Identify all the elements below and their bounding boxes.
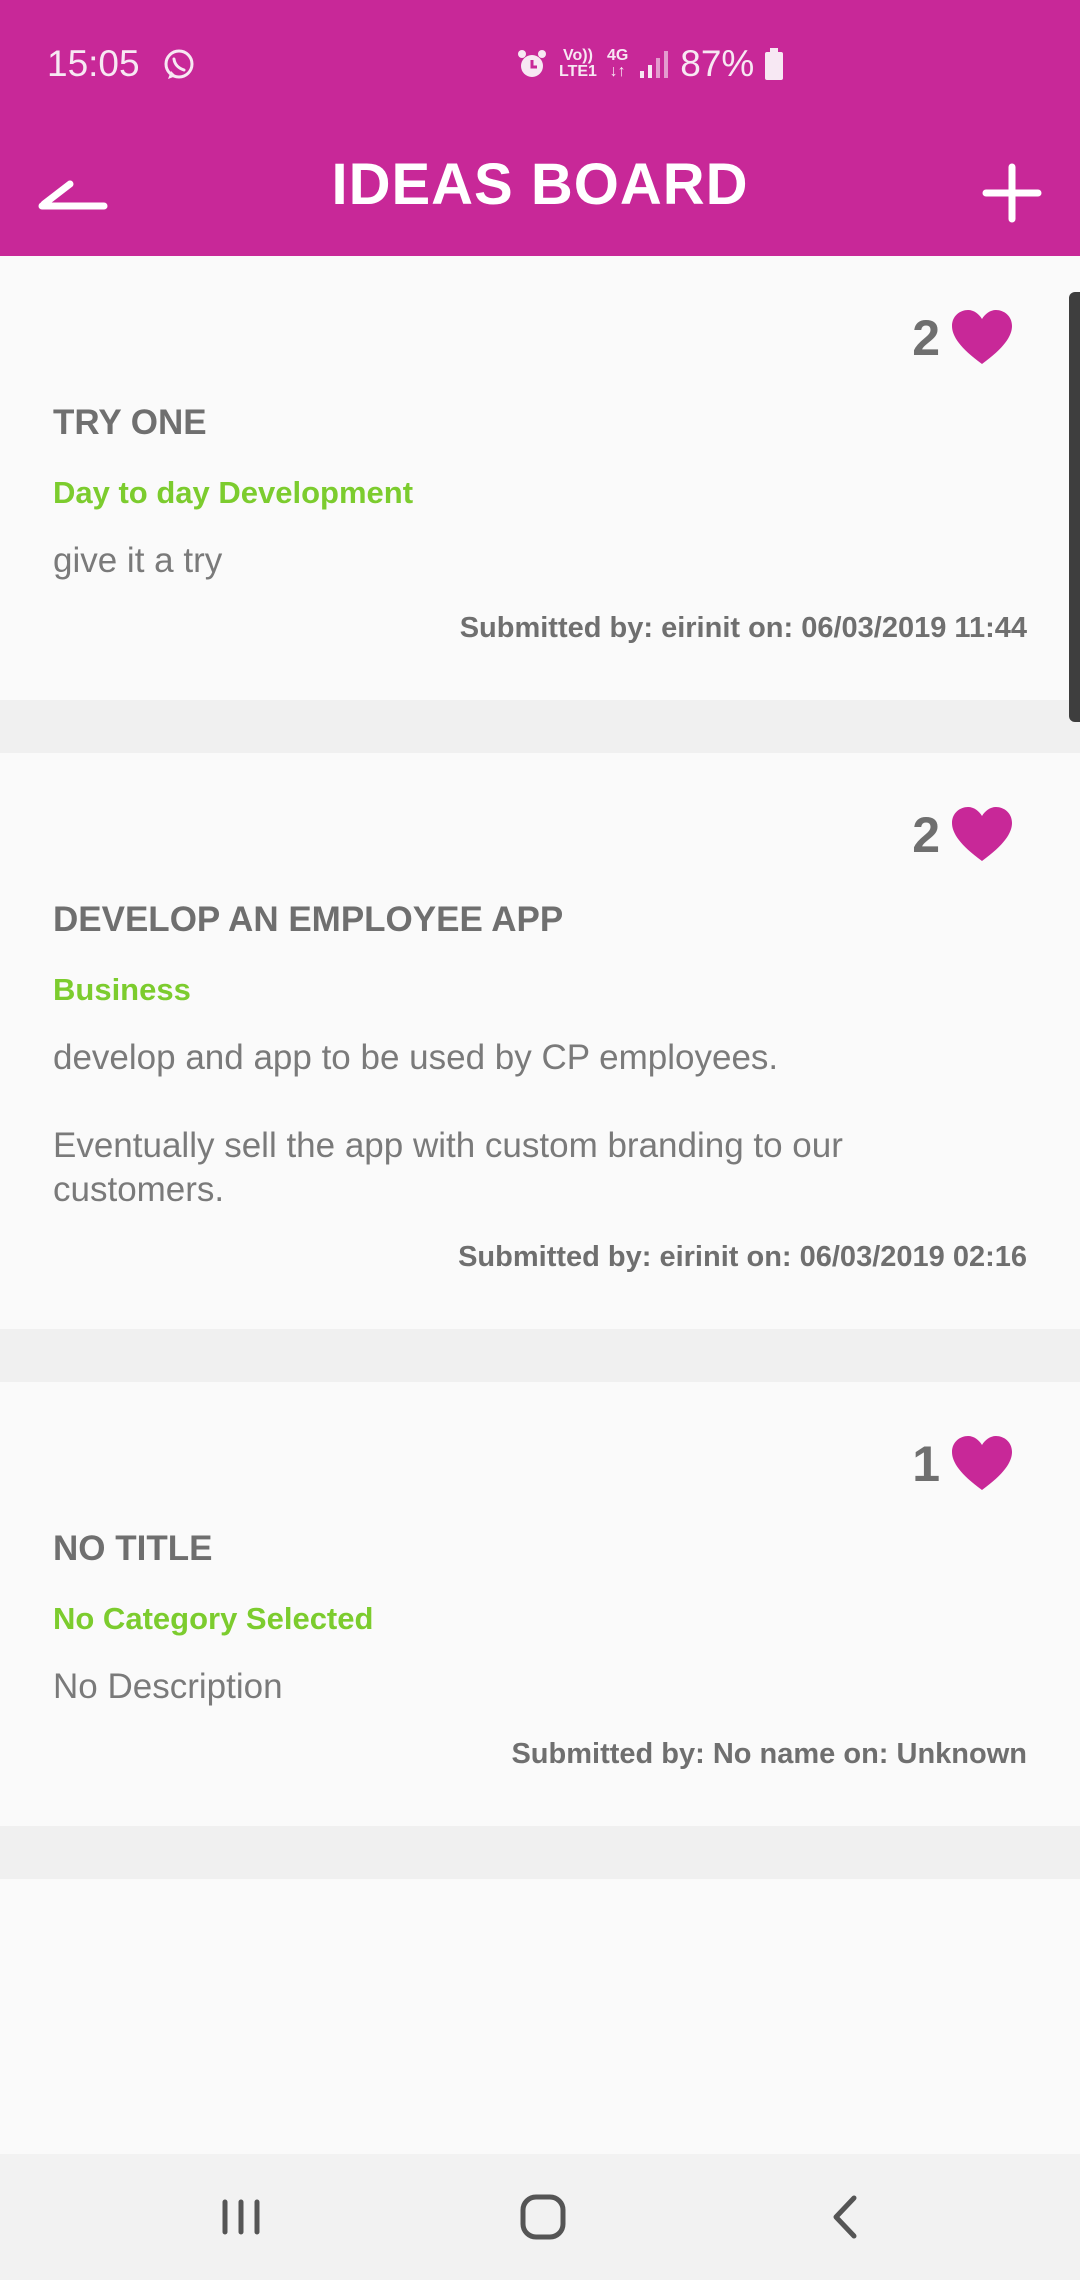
battery-icon — [765, 48, 784, 80]
heart-icon[interactable] — [952, 1436, 1012, 1492]
app-header: 15:05 Vo)) LTE1 4G ↓↑ 87% IDEAS BOARD — [0, 0, 1080, 256]
idea-description: develop and app to be used by CP employe… — [53, 1038, 843, 1209]
status-bar: 15:05 Vo)) LTE1 4G ↓↑ 87% — [0, 0, 1080, 130]
heart-icon[interactable] — [952, 310, 1012, 366]
idea-title: TRY ONE — [53, 403, 207, 442]
system-nav-bar — [0, 2154, 1080, 2280]
recents-icon[interactable] — [206, 2184, 276, 2250]
idea-title: NO TITLE — [53, 1529, 213, 1568]
page-title: IDEAS BOARD — [331, 152, 749, 217]
lte-label: LTE1 — [559, 63, 597, 80]
idea-category: Business — [53, 972, 191, 1007]
submitted-info: Submitted by: eirinit on: 06/03/2019 02:… — [458, 1241, 1027, 1273]
4g-label: 4G — [606, 47, 629, 64]
data-indicator: 4G ↓↑ — [607, 48, 628, 80]
idea-title: DEVELOP AN EMPLOYEE APP — [53, 900, 564, 939]
card-divider — [0, 1329, 1080, 1382]
idea-category: No Category Selected — [53, 1601, 374, 1636]
volte-label: Vo)) — [563, 47, 593, 64]
volte-indicator: Vo)) LTE1 — [559, 48, 597, 80]
card-divider — [0, 1826, 1080, 1879]
like-control[interactable]: 2 — [912, 308, 1012, 368]
heart-icon[interactable] — [952, 807, 1012, 863]
like-control[interactable]: 1 — [912, 1434, 1012, 1494]
data-arrows: ↓↑ — [609, 63, 626, 80]
scrollbar[interactable] — [1069, 292, 1080, 722]
like-count: 2 — [912, 310, 940, 366]
submitted-info: Submitted by: No name on: Unknown — [511, 1738, 1027, 1770]
idea-description: give it a try — [53, 541, 223, 580]
status-icons: Vo)) LTE1 4G ↓↑ 87% — [515, 42, 784, 86]
plus-icon[interactable] — [974, 155, 1050, 231]
back-icon[interactable] — [810, 2184, 880, 2250]
like-control[interactable]: 2 — [912, 805, 1012, 865]
whatsapp-icon — [164, 49, 194, 79]
signal-icon — [640, 51, 669, 78]
idea-description: No Description — [53, 1667, 283, 1706]
like-count: 1 — [912, 1436, 940, 1492]
home-icon[interactable] — [508, 2184, 578, 2250]
status-time: 15:05 — [47, 43, 140, 84]
ideas-list[interactable]: 2 TRY ONE Day to day Development give it… — [0, 256, 1080, 2154]
card-divider — [0, 700, 1080, 753]
idea-category: Day to day Development — [53, 475, 414, 510]
alarm-icon — [518, 50, 546, 77]
submitted-info: Submitted by: eirinit on: 06/03/2019 11:… — [459, 612, 1027, 644]
idea-card[interactable]: 1 NO TITLE No Category Selected No Descr… — [0, 1382, 1080, 1826]
idea-card[interactable]: 2 TRY ONE Day to day Development give it… — [0, 256, 1080, 700]
idea-card[interactable]: 2 DEVELOP AN EMPLOYEE APP Business devel… — [0, 753, 1080, 1329]
title-bar: IDEAS BOARD — [0, 130, 1080, 256]
battery-percent: 87% — [680, 43, 755, 84]
like-count: 2 — [912, 807, 940, 863]
